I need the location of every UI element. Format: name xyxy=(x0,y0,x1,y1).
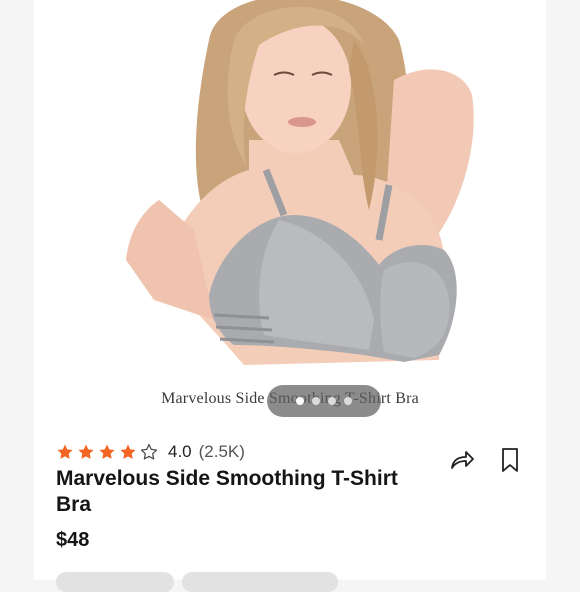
bookmark-icon[interactable] xyxy=(496,446,524,474)
carousel-dot-4[interactable] xyxy=(344,397,352,405)
option-chip-2[interactable] xyxy=(182,572,338,592)
product-actions xyxy=(448,446,524,474)
rating-value: 4.0 xyxy=(168,442,192,461)
rating-row[interactable]: 4.0 (2.5K) xyxy=(56,440,245,464)
product-card: Marvelous Side Smoothing T-Shirt Bra 4.0… xyxy=(34,0,546,592)
star-empty-icon xyxy=(140,443,158,460)
star-filled-icon xyxy=(78,444,94,459)
carousel-dot-2[interactable] xyxy=(312,397,320,405)
product-title: Marvelous Side Smoothing T-Shirt Bra xyxy=(56,467,398,516)
star-filled-icon xyxy=(99,444,115,459)
carousel-dot-1[interactable] xyxy=(296,397,304,405)
star-filled-icon xyxy=(120,444,136,459)
star-rating xyxy=(56,443,158,461)
star-filled-icon xyxy=(57,444,73,459)
option-chip-1[interactable] xyxy=(56,572,174,592)
product-price: $48 xyxy=(56,529,90,551)
carousel-indicator[interactable] xyxy=(267,385,381,417)
product-photo-illustration xyxy=(34,0,546,425)
carousel-dot-3[interactable] xyxy=(328,397,336,405)
review-count[interactable]: (2.5K) xyxy=(199,442,245,462)
product-image[interactable]: Marvelous Side Smoothing T-Shirt Bra xyxy=(34,0,546,425)
share-arrow-icon[interactable] xyxy=(448,446,476,474)
